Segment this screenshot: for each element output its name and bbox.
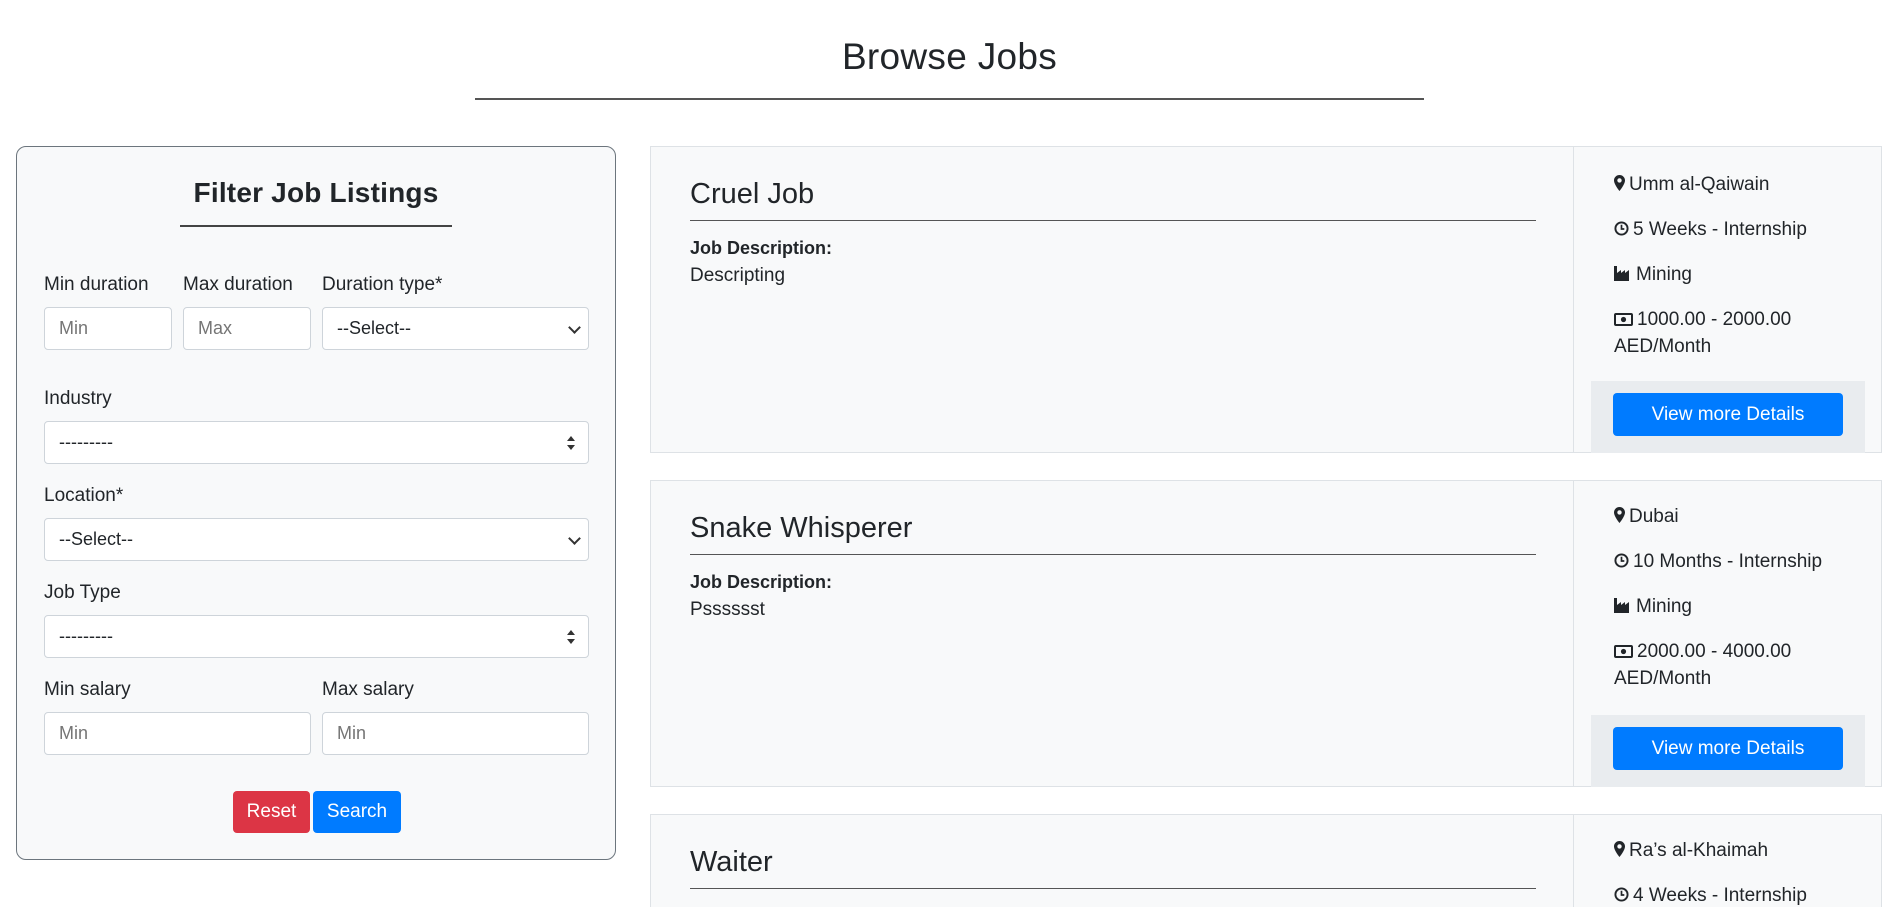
sort-arrows-icon bbox=[566, 630, 576, 644]
filter-title: Filter Job Listings bbox=[193, 177, 439, 208]
min-duration-label: Min duration bbox=[44, 274, 149, 295]
industry-icon bbox=[1614, 266, 1629, 281]
location-value: --Select-- bbox=[59, 529, 134, 549]
job-actions: View more Details bbox=[1591, 715, 1865, 787]
job-duration: 4 Weeks - Internship bbox=[1614, 882, 1864, 909]
job-title: Snake Whisperer bbox=[690, 512, 913, 544]
job-location: Ra’s al-Khaimah bbox=[1614, 837, 1864, 864]
job-card-sidebar: Dubai 10 Months - Internship Mining 2000… bbox=[1573, 481, 1881, 787]
job-location-text: Umm al-Qaiwain bbox=[1629, 174, 1770, 195]
min-salary-label: Min salary bbox=[44, 679, 131, 700]
reset-button[interactable]: Reset bbox=[233, 791, 310, 833]
max-duration-input[interactable] bbox=[183, 307, 311, 350]
job-salary: 2000.00 - 4000.00 AED/Month bbox=[1614, 638, 1864, 692]
job-duration-text: 4 Weeks - Internship bbox=[1633, 885, 1807, 906]
job-title-divider bbox=[690, 888, 1536, 889]
job-type-label: Job Type bbox=[44, 582, 121, 603]
job-duration-text: 5 Weeks - Internship bbox=[1633, 219, 1807, 240]
max-duration-label: Max duration bbox=[183, 274, 293, 295]
filter-title-divider bbox=[180, 225, 452, 227]
job-description: Psssssst bbox=[690, 599, 765, 620]
chevron-down-icon bbox=[568, 321, 581, 334]
job-description: Descripting bbox=[690, 265, 786, 286]
job-description-label: Job Description: bbox=[690, 238, 833, 258]
duration-type-label: Duration type* bbox=[322, 274, 443, 295]
job-salary-unit: AED/Month bbox=[1614, 336, 1712, 357]
page-title: Browse Jobs bbox=[841, 36, 1058, 77]
job-description-label: Job Description: bbox=[690, 572, 833, 592]
job-title-divider bbox=[690, 554, 1536, 555]
clock-icon bbox=[1614, 221, 1629, 236]
location-label: Location* bbox=[44, 485, 124, 506]
max-salary-label: Max salary bbox=[322, 679, 414, 700]
industry-select[interactable]: --------- bbox=[44, 421, 589, 464]
job-actions: View more Details bbox=[1591, 381, 1865, 453]
job-salary: 1000.00 - 2000.00 AED/Month bbox=[1614, 306, 1864, 360]
job-card: Snake Whisperer Job Description: Pssssss… bbox=[650, 480, 1882, 787]
map-marker-icon bbox=[1614, 175, 1625, 191]
title-divider bbox=[475, 98, 1424, 100]
job-salary-unit: AED/Month bbox=[1614, 668, 1712, 689]
money-icon bbox=[1614, 645, 1633, 658]
job-duration: 5 Weeks - Internship bbox=[1614, 216, 1864, 243]
duration-type-value: --Select-- bbox=[337, 318, 412, 338]
job-title: Waiter bbox=[690, 846, 773, 878]
job-type-value: --------- bbox=[59, 626, 113, 646]
money-icon bbox=[1614, 313, 1633, 326]
location-select[interactable]: --Select-- bbox=[44, 518, 589, 561]
job-card-sidebar: Umm al-Qaiwain 5 Weeks - Internship Mini… bbox=[1573, 147, 1881, 453]
map-marker-icon bbox=[1614, 841, 1625, 857]
job-card: Waiter Ra’s al-Khaimah 4 Weeks - Interns… bbox=[650, 814, 1882, 907]
job-duration: 10 Months - Internship bbox=[1614, 548, 1864, 575]
job-industry: Mining bbox=[1614, 593, 1864, 620]
chevron-down-icon bbox=[568, 532, 581, 545]
job-title-divider bbox=[690, 220, 1536, 221]
job-location: Dubai bbox=[1614, 503, 1864, 530]
job-salary-range: 2000.00 - 4000.00 bbox=[1637, 641, 1792, 662]
duration-type-select[interactable]: --Select-- bbox=[322, 307, 589, 350]
job-location-text: Dubai bbox=[1629, 506, 1679, 527]
job-industry-text: Mining bbox=[1636, 596, 1692, 617]
search-button[interactable]: Search bbox=[313, 791, 401, 833]
min-duration-input[interactable] bbox=[44, 307, 172, 350]
job-industry: Mining bbox=[1614, 261, 1864, 288]
job-card-sidebar: Ra’s al-Khaimah 4 Weeks - Internship bbox=[1573, 815, 1881, 907]
view-details-button[interactable]: View more Details bbox=[1613, 727, 1843, 770]
industry-icon bbox=[1614, 598, 1629, 613]
job-industry-text: Mining bbox=[1636, 264, 1692, 285]
view-details-button[interactable]: View more Details bbox=[1613, 393, 1843, 436]
industry-label: Industry bbox=[44, 388, 112, 409]
min-salary-input[interactable] bbox=[44, 712, 311, 755]
job-duration-text: 10 Months - Internship bbox=[1633, 551, 1823, 572]
job-card-main: Cruel Job Job Description: Descripting bbox=[651, 147, 1573, 452]
job-title: Cruel Job bbox=[690, 178, 815, 210]
sort-arrows-icon bbox=[566, 436, 576, 450]
clock-icon bbox=[1614, 887, 1629, 902]
job-salary-range: 1000.00 - 2000.00 bbox=[1637, 309, 1792, 330]
filter-panel: Filter Job Listings Min duration Max dur… bbox=[16, 146, 616, 860]
job-card-main: Snake Whisperer Job Description: Pssssss… bbox=[651, 481, 1573, 786]
industry-value: --------- bbox=[59, 432, 113, 452]
job-card-main: Waiter bbox=[651, 815, 1573, 907]
map-marker-icon bbox=[1614, 507, 1625, 523]
max-salary-input[interactable] bbox=[322, 712, 589, 755]
job-type-select[interactable]: --------- bbox=[44, 615, 589, 658]
job-card: Cruel Job Job Description: Descripting U… bbox=[650, 146, 1882, 453]
clock-icon bbox=[1614, 553, 1629, 568]
job-location: Umm al-Qaiwain bbox=[1614, 171, 1864, 198]
job-location-text: Ra’s al-Khaimah bbox=[1629, 840, 1769, 861]
